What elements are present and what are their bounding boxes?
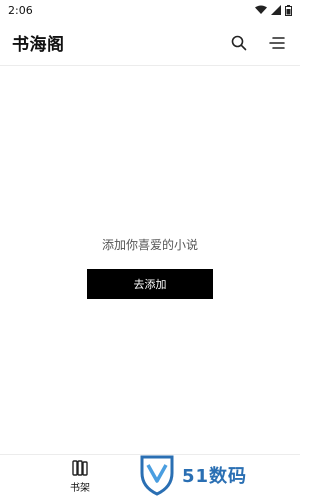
empty-message: 添加你喜爱的小说 — [101, 238, 198, 252]
status-icons — [255, 4, 292, 16]
app-title: 书海阁 — [12, 35, 65, 55]
shield-logo-icon — [140, 455, 174, 496]
app-actions — [228, 32, 288, 54]
status-bar: 2:06 — [0, 0, 300, 20]
watermark: 51数码 — [138, 452, 298, 498]
nav-item-bookshelf[interactable]: 书架 — [60, 459, 100, 494]
watermark-text: 51数码 — [182, 466, 248, 487]
app-bar: 书海阁 — [0, 20, 300, 66]
empty-state: 添加你喜爱的小说 去添加 — [0, 236, 300, 299]
search-icon — [231, 35, 247, 50]
battery-icon — [285, 4, 292, 16]
signal-icon — [271, 5, 281, 15]
add-novel-button[interactable]: 去添加 — [87, 269, 213, 299]
bookshelf-icon — [72, 460, 88, 476]
search-button[interactable] — [228, 32, 250, 54]
menu-icon — [269, 36, 285, 49]
nav-label-bookshelf: 书架 — [70, 483, 90, 494]
status-time: 2:06 — [8, 3, 33, 17]
wifi-icon — [255, 5, 267, 14]
menu-button[interactable] — [266, 32, 288, 54]
